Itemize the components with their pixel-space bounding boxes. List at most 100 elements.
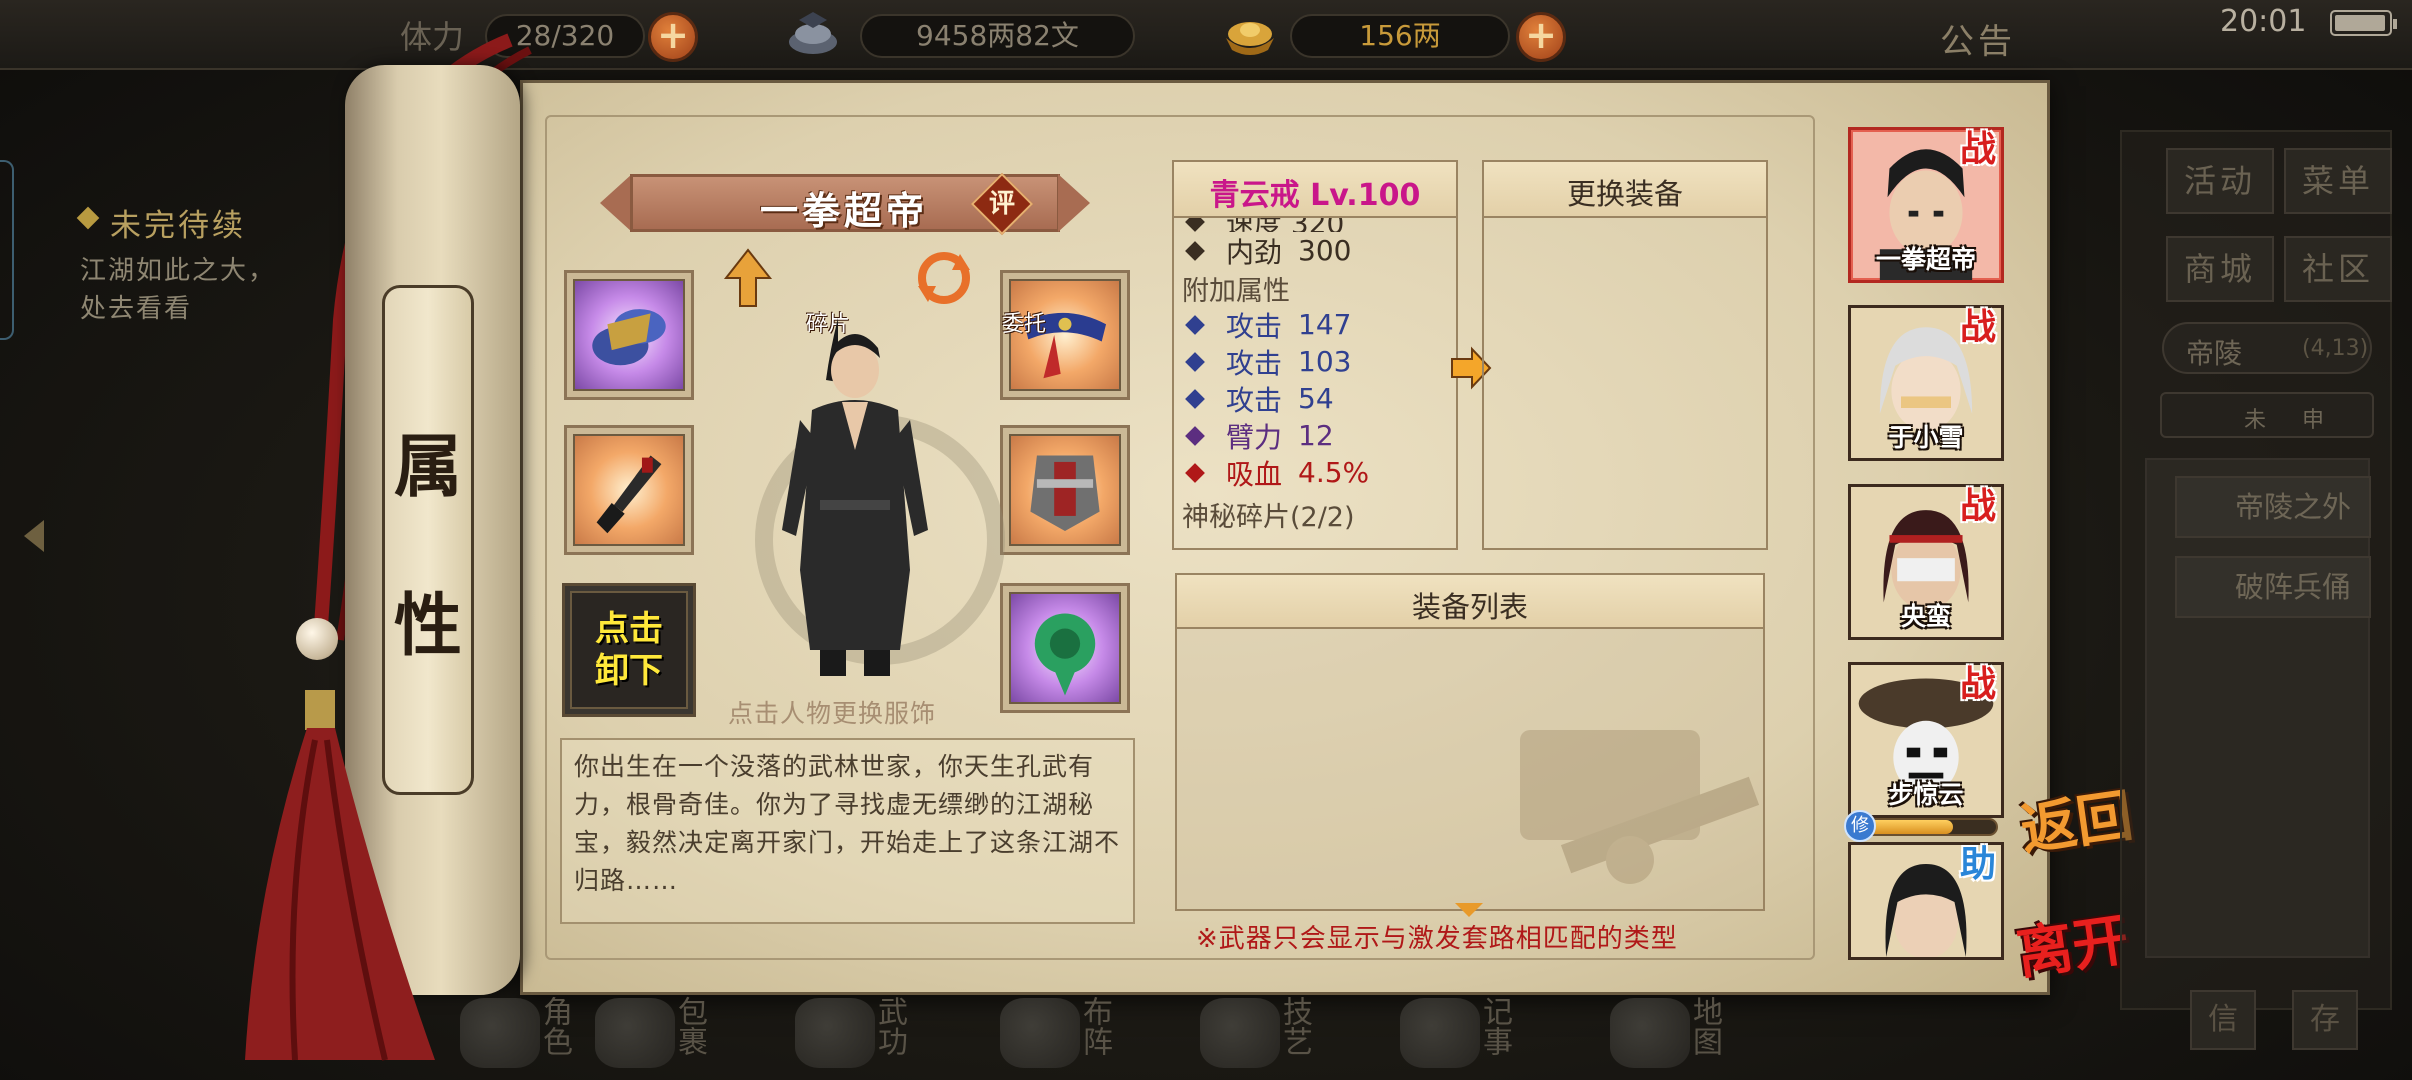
nav-formation[interactable]: 布阵 bbox=[1000, 990, 1160, 1080]
item-title-header: 青云戒 Lv.100 bbox=[1172, 160, 1458, 216]
stat-diamond-icon bbox=[1185, 240, 1205, 261]
character-icon bbox=[460, 998, 540, 1068]
back-button[interactable]: 返回 bbox=[2015, 771, 2137, 867]
swap-cycle-icon bbox=[918, 252, 970, 304]
location-name: 帝陵 bbox=[2186, 337, 2243, 370]
character-bio-box: 你出生在一个没落的武林世家，你天生孔武有力，根骨奇佳。你为了寻找虚无缥缈的江湖秘… bbox=[560, 738, 1135, 924]
menu-button[interactable]: 菜单 bbox=[2284, 148, 2392, 214]
battle-tag: 战 bbox=[1960, 306, 1997, 348]
equipment-list-title: 装备列表 bbox=[1411, 590, 1528, 624]
item-title: 青云戒 Lv.100 bbox=[1209, 178, 1421, 213]
party-member-name: 一拳超帝 bbox=[1875, 245, 1976, 274]
stat-value: 4.5% bbox=[1298, 456, 1370, 489]
quest-title[interactable]: 未完待续 bbox=[110, 200, 246, 245]
notice-button[interactable]: 公告 bbox=[1940, 14, 2016, 63]
mail-button[interactable]: 信 bbox=[2190, 990, 2256, 1050]
item-stats-panel: 速度 320 内劲 300 附加属性 攻击 147 攻击 103 攻击 54 臂… bbox=[1172, 216, 1458, 550]
stat-name: 攻击 bbox=[1226, 383, 1283, 417]
armor-icon bbox=[1030, 455, 1100, 532]
scroll-down-icon[interactable] bbox=[1455, 903, 1483, 917]
stat-row-neijin: 内劲 300 bbox=[1182, 232, 1448, 269]
entrust-label: 委托 bbox=[1001, 312, 1046, 337]
silver-amount: 9458两82文 bbox=[860, 14, 1135, 58]
nav-bag[interactable]: 包裹 bbox=[595, 990, 755, 1080]
save-button[interactable]: 存 bbox=[2292, 990, 2358, 1050]
silver-coins-icon bbox=[789, 12, 837, 54]
gauntlet-icon bbox=[592, 309, 666, 366]
stat-name: 吸血 bbox=[1226, 457, 1283, 491]
compass-mark-2: 申 bbox=[2302, 408, 2325, 433]
collapse-arrow-icon[interactable] bbox=[24, 520, 44, 552]
nav-label: 技艺 bbox=[1277, 996, 1312, 1056]
stat-row-extra: 攻击 147 bbox=[1182, 306, 1448, 343]
stat-name: 攻击 bbox=[1226, 346, 1283, 380]
stat-name: 臂力 bbox=[1226, 420, 1283, 454]
nav-label: 角色 bbox=[537, 996, 572, 1056]
nav-label: 包裹 bbox=[672, 996, 707, 1056]
unequip-label-line2: 卸下 bbox=[595, 651, 663, 691]
bag-icon bbox=[595, 998, 675, 1068]
location-indicator[interactable]: 帝陵 (4,13) bbox=[2162, 322, 2372, 374]
stat-value: 147 bbox=[1298, 308, 1352, 341]
assist-tag: 助 bbox=[1960, 843, 1997, 885]
stat-row-extra: 臂力 12 bbox=[1182, 417, 1448, 454]
nav-skills[interactable]: 技艺 bbox=[1200, 990, 1360, 1080]
equip-slot-armor[interactable] bbox=[1000, 425, 1130, 555]
bottom-navigation: 角色 包裹 武功 布阵 技艺 记事 地图 bbox=[460, 990, 1860, 1080]
unequip-label-line1: 点击 bbox=[595, 609, 663, 649]
stat-row-extra: 攻击 103 bbox=[1182, 343, 1448, 380]
battle-tag: 战 bbox=[1960, 663, 1997, 705]
scroll-title-bottom: 性 bbox=[393, 586, 462, 666]
equipment-list-header: 装备列表 bbox=[1175, 573, 1765, 629]
equip-slot-gloves[interactable] bbox=[564, 270, 694, 400]
swap-equipment-title: 更换装备 bbox=[1566, 177, 1683, 211]
jade-bead-icon bbox=[296, 618, 338, 660]
book-icon bbox=[795, 998, 875, 1068]
nearby-item-tomb-exit[interactable]: 帝陵之外 bbox=[2175, 476, 2371, 538]
scroll-watermark-icon bbox=[1520, 730, 1760, 884]
equip-slot-accessory[interactable] bbox=[1000, 583, 1130, 713]
nav-martial-arts[interactable]: 武功 bbox=[795, 990, 955, 1080]
swap-equipment-header: 更换装备 bbox=[1482, 160, 1768, 216]
stat-value: 54 bbox=[1298, 382, 1334, 415]
nearby-item-terracotta[interactable]: 破阵兵俑 bbox=[2175, 556, 2371, 618]
leave-button[interactable]: 离开 bbox=[2011, 895, 2133, 991]
stat-diamond-icon bbox=[1185, 388, 1205, 409]
rating-label: 评 bbox=[988, 189, 1015, 219]
stat-diamond-icon bbox=[1185, 425, 1205, 446]
unequip-button[interactable]: 点击 卸下 bbox=[562, 583, 696, 717]
shop-button[interactable]: 商城 bbox=[2166, 236, 2274, 302]
stat-row-extra: 攻击 54 bbox=[1182, 380, 1448, 417]
nav-map[interactable]: 地图 bbox=[1610, 990, 1770, 1080]
gold-ingot-icon bbox=[1226, 22, 1274, 55]
nav-label: 记事 bbox=[1477, 996, 1512, 1056]
equip-slot-weapon[interactable] bbox=[564, 425, 694, 555]
stat-value: 300 bbox=[1298, 234, 1352, 267]
community-button[interactable]: 社区 bbox=[2284, 236, 2392, 302]
quest-desc-line1: 江湖如此之大， bbox=[80, 256, 277, 286]
map-icon bbox=[1610, 998, 1690, 1068]
swap-equipment-panel[interactable] bbox=[1482, 216, 1768, 550]
party-member-name: 央蛮 bbox=[1900, 602, 1951, 631]
stat-row-extra: 吸血 4.5% bbox=[1182, 454, 1448, 491]
battery-icon bbox=[2330, 10, 2397, 36]
add-stamina-button[interactable]: + bbox=[648, 12, 698, 62]
nav-journal[interactable]: 记事 bbox=[1400, 990, 1560, 1080]
battle-tag: 战 bbox=[1960, 485, 1997, 527]
nav-label: 布阵 bbox=[1077, 996, 1112, 1056]
stat-diamond-icon bbox=[1185, 462, 1205, 483]
character-portrait[interactable] bbox=[760, 310, 950, 690]
stat-value: 103 bbox=[1298, 345, 1352, 378]
stat-value: 12 bbox=[1298, 419, 1334, 452]
gold-amount: 156两 bbox=[1290, 14, 1510, 58]
add-gold-button[interactable]: + bbox=[1516, 12, 1566, 62]
stat-diamond-icon bbox=[1185, 351, 1205, 372]
scroll-title-top: 属 bbox=[393, 427, 462, 507]
quest-diamond-icon bbox=[76, 206, 100, 230]
side-drawer-handle[interactable] bbox=[0, 160, 14, 340]
activity-button[interactable]: 活动 bbox=[2166, 148, 2274, 214]
game-screen: 体力 28/320 + 9458两82文 156两 + 公告 20:01 未完待… bbox=[0, 0, 2412, 1080]
character-bio: 你出生在一个没落的武林世家，你天生孔武有力，根骨奇佳。你为了寻找虚无缥缈的江湖秘… bbox=[574, 752, 1121, 895]
nav-label: 武功 bbox=[872, 996, 907, 1056]
stat-diamond-icon bbox=[1185, 314, 1205, 335]
